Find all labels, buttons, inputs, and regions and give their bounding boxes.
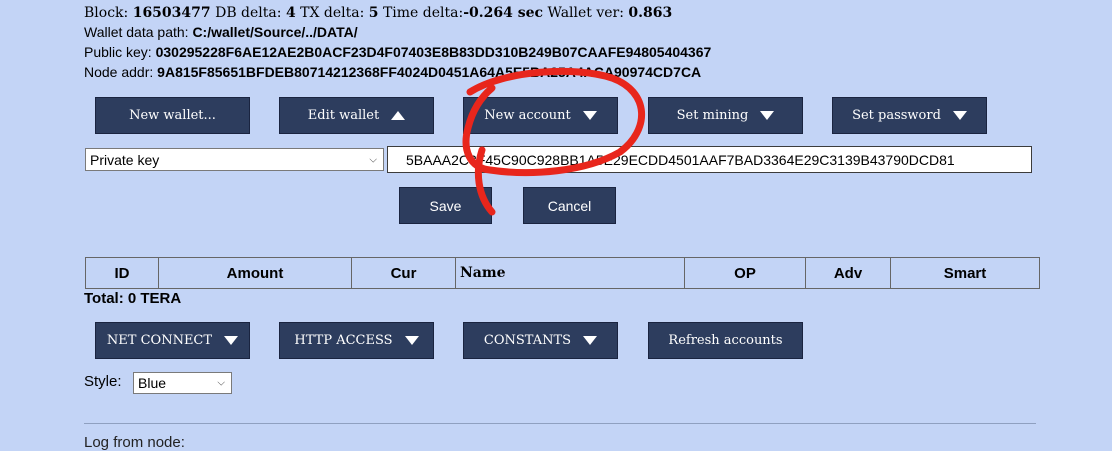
chevron-down-icon (583, 336, 598, 345)
edit-wallet-label: Edit wallet (307, 108, 380, 123)
chevron-down-icon (582, 111, 597, 120)
key-type-select[interactable]: Private key ⌵ (85, 148, 384, 171)
chevron-down-icon (404, 336, 419, 345)
private-key-value: 5BAAA2C3F45C90C928BB1A5E29ECDD4501AAF7BA… (406, 151, 955, 168)
node-addr-value: 9A815F85651BFDEB80714212368FF4024D0451A6… (157, 64, 702, 80)
time-delta-value: -0.264 sec (463, 5, 544, 21)
http-access-label: HTTP ACCESS (294, 333, 393, 348)
new-wallet-label: New wallet... (129, 108, 216, 123)
block-label: Block: (84, 5, 129, 21)
data-path-line: Wallet data path: C:/wallet/Source/../DA… (84, 24, 358, 40)
net-connect-label: NET CONNECT (106, 333, 213, 348)
public-key-line: Public key: 030295228F6AE12AE2B0ACF23D4F… (84, 44, 711, 60)
node-addr-line: Node addr: 9A815F85651BFDEB80714212368FF… (84, 64, 701, 80)
key-type-value: Private key (90, 151, 160, 168)
new-wallet-button[interactable]: New wallet... (95, 97, 250, 134)
constants-label: CONSTANTS (483, 333, 572, 348)
table-header-row: ID Amount Cur Name OP Adv Smart (85, 257, 1040, 289)
cancel-button[interactable]: Cancel (523, 187, 616, 224)
chevron-down-icon (952, 111, 967, 120)
set-password-label: Set password (852, 108, 941, 123)
column-header-op[interactable]: OP (684, 257, 806, 289)
status-line: Block: 16503477 DB delta: 4 TX delta: 5 … (84, 5, 672, 21)
wallet-ver-label: Wallet ver: (547, 5, 624, 21)
public-key-value: 030295228F6AE12AE2B0ACF23D4F07403E8B83DD… (155, 44, 712, 60)
refresh-accounts-button[interactable]: Refresh accounts (648, 322, 803, 359)
total-balance: Total: 0 TERA (84, 290, 182, 307)
chevron-down-icon: ⌵ (217, 377, 225, 389)
public-key-label: Public key: (84, 44, 152, 60)
new-account-label: New account (484, 108, 571, 123)
column-header-amount[interactable]: Amount (158, 257, 352, 289)
save-button[interactable]: Save (399, 187, 492, 224)
log-heading: Log from node: (84, 434, 185, 451)
style-label: Style: (84, 373, 122, 390)
http-access-button[interactable]: HTTP ACCESS (279, 322, 434, 359)
private-key-input[interactable]: 5BAAA2C3F45C90C928BB1A5E29ECDD4501AAF7BA… (387, 146, 1032, 173)
wallet-ver-value: 0.863 (628, 5, 673, 21)
style-value: Blue (138, 375, 167, 391)
data-path-label: Wallet data path: (84, 24, 189, 40)
column-header-adv[interactable]: Adv (805, 257, 891, 289)
accounts-table: ID Amount Cur Name OP Adv Smart (85, 257, 1040, 289)
node-addr-label: Node addr: (84, 64, 154, 80)
chevron-down-icon (224, 336, 239, 345)
save-label: Save (429, 197, 462, 214)
chevron-down-icon: ⌵ (369, 154, 377, 165)
set-password-button[interactable]: Set password (832, 97, 987, 134)
new-account-button[interactable]: New account (463, 97, 618, 134)
chevron-up-icon (391, 111, 406, 120)
chevron-down-icon (760, 111, 775, 120)
column-header-cur[interactable]: Cur (351, 257, 456, 289)
column-header-smart[interactable]: Smart (890, 257, 1040, 289)
column-header-name[interactable]: Name (455, 257, 685, 289)
divider (84, 423, 1036, 424)
cancel-label: Cancel (547, 197, 592, 214)
refresh-accounts-label: Refresh accounts (668, 333, 783, 348)
db-delta-value: 4 (285, 5, 296, 21)
column-header-id[interactable]: ID (85, 257, 159, 289)
tx-delta-label: TX delta: (300, 5, 365, 21)
tx-delta-value: 5 (368, 5, 379, 21)
data-path-value: C:/wallet/Source/../DATA/ (192, 24, 358, 40)
set-mining-label: Set mining (676, 108, 749, 123)
constants-button[interactable]: CONSTANTS (463, 322, 618, 359)
net-connect-button[interactable]: NET CONNECT (95, 322, 250, 359)
set-mining-button[interactable]: Set mining (648, 97, 803, 134)
time-delta-label: Time delta: (382, 5, 464, 21)
edit-wallet-button[interactable]: Edit wallet (279, 97, 434, 134)
block-value: 16503477 (132, 5, 211, 21)
db-delta-label: DB delta: (215, 5, 282, 21)
style-select[interactable]: Blue ⌵ (133, 372, 232, 394)
